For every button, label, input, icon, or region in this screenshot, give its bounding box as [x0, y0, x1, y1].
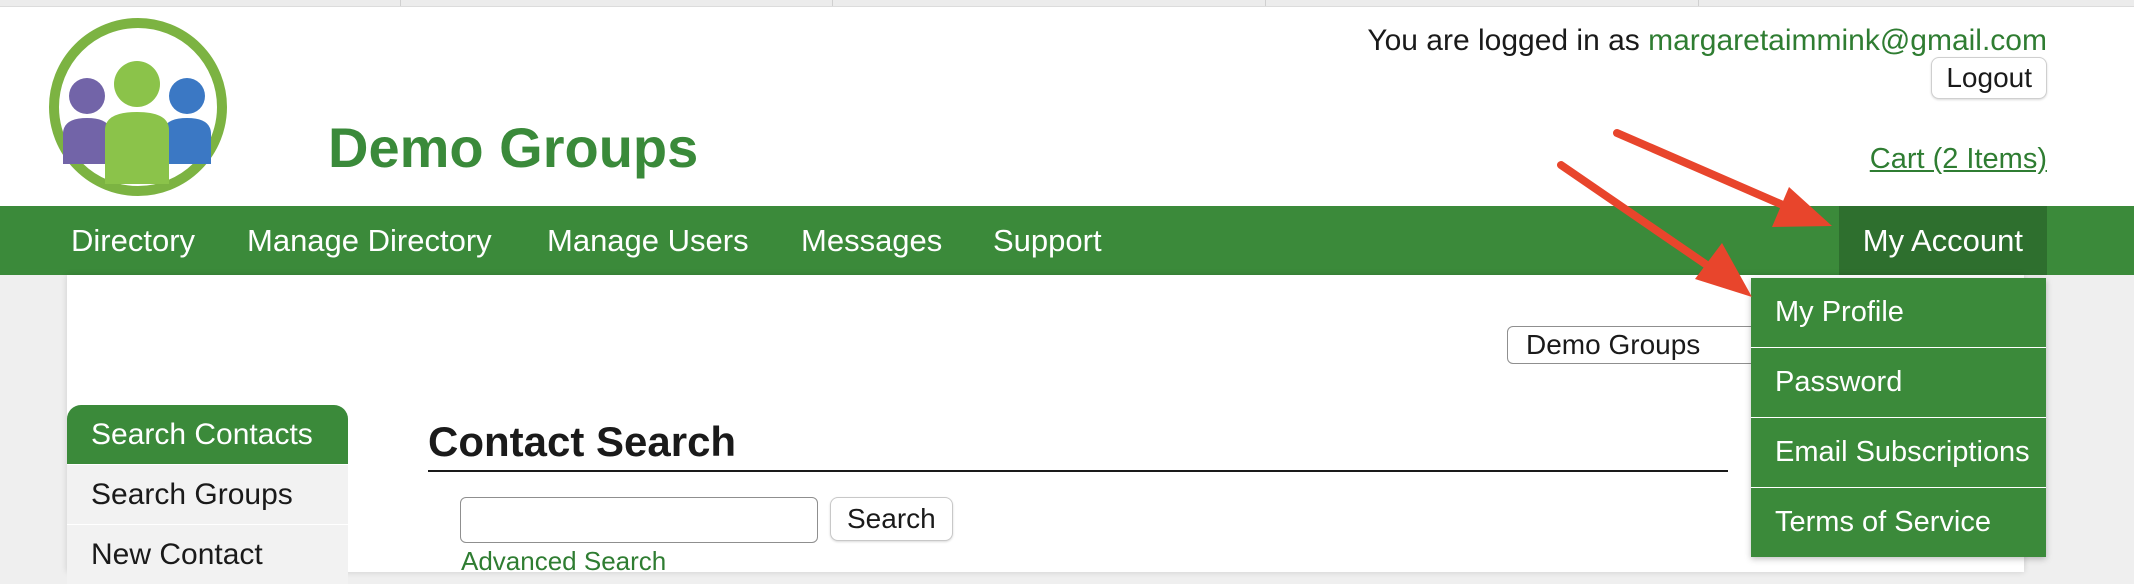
sidebar-item-search-groups[interactable]: Search Groups	[67, 465, 348, 524]
browser-top-strip	[0, 0, 2134, 7]
nav-my-account[interactable]: My Account	[1838, 206, 2047, 275]
search-button[interactable]: Search	[830, 497, 953, 541]
people-group-icon[interactable]	[47, 16, 229, 203]
sidebar-item-new-contact[interactable]: New Contact	[67, 525, 348, 584]
nav-manage-users[interactable]: Manage Users	[547, 206, 749, 275]
user-email-link[interactable]: margaretaimmink@gmail.com	[1648, 24, 2047, 57]
cart-link[interactable]: Cart (2 Items)	[1870, 143, 2047, 176]
nav-directory[interactable]: Directory	[71, 206, 195, 275]
main-nav: Directory Manage Directory Manage Users …	[0, 206, 2134, 275]
account-dropdown-menu: My Profile Password Email Subscriptions …	[1751, 278, 2046, 557]
tab-divider	[1265, 0, 1266, 6]
login-prefix: You are logged in as	[1367, 24, 1649, 57]
advanced-search-link[interactable]: Advanced Search	[461, 546, 666, 577]
menu-item-terms-of-service[interactable]: Terms of Service	[1751, 488, 2046, 557]
menu-item-password[interactable]: Password	[1751, 348, 2046, 418]
menu-item-my-profile[interactable]: My Profile	[1751, 278, 2046, 348]
menu-item-email-subscriptions[interactable]: Email Subscriptions	[1751, 418, 2046, 488]
nav-messages[interactable]: Messages	[801, 206, 942, 275]
tab-divider	[1698, 0, 1699, 6]
search-input[interactable]	[460, 497, 818, 543]
login-status: You are logged in as margaretaimmink@gma…	[1367, 24, 2047, 58]
site-title: Demo Groups	[328, 116, 699, 179]
logout-button[interactable]: Logout	[1931, 57, 2047, 99]
nav-manage-directory[interactable]: Manage Directory	[247, 206, 492, 275]
page-title: Contact Search	[428, 418, 1728, 472]
sidebar-item-search-contacts[interactable]: Search Contacts	[67, 405, 348, 464]
tab-divider	[832, 0, 833, 6]
tab-divider	[400, 0, 401, 6]
site-header: Demo Groups You are logged in as margare…	[0, 7, 2134, 206]
nav-support[interactable]: Support	[993, 206, 1102, 275]
